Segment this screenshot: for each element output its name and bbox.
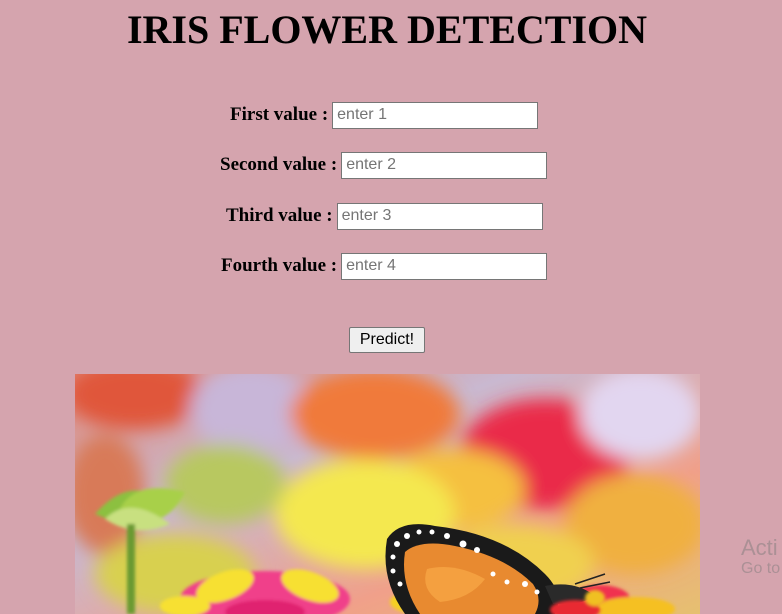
second-value-input[interactable] xyxy=(341,151,548,179)
fourth-value-input[interactable] xyxy=(341,252,548,280)
third-value-label: Third value : xyxy=(226,205,333,226)
activation-watermark: Acti Go to xyxy=(741,535,781,578)
fourth-value-row: Fourth value : xyxy=(221,252,548,280)
third-value-input[interactable] xyxy=(336,202,543,230)
second-value-label: Second value : xyxy=(220,154,338,175)
watermark-line2: Go to xyxy=(741,560,781,578)
first-value-label: First value : xyxy=(230,104,329,125)
flower-butterfly-image xyxy=(75,374,700,614)
predict-button[interactable]: Predict! xyxy=(349,327,425,353)
first-value-input[interactable] xyxy=(332,101,539,129)
page-title: IRIS FLOWER DETECTION xyxy=(126,7,648,52)
first-value-row: First value : xyxy=(230,101,539,129)
watermark-line1: Acti xyxy=(741,535,778,560)
fourth-value-label: Fourth value : xyxy=(221,255,338,276)
third-value-row: Third value : xyxy=(226,202,543,230)
second-value-row: Second value : xyxy=(220,151,548,179)
